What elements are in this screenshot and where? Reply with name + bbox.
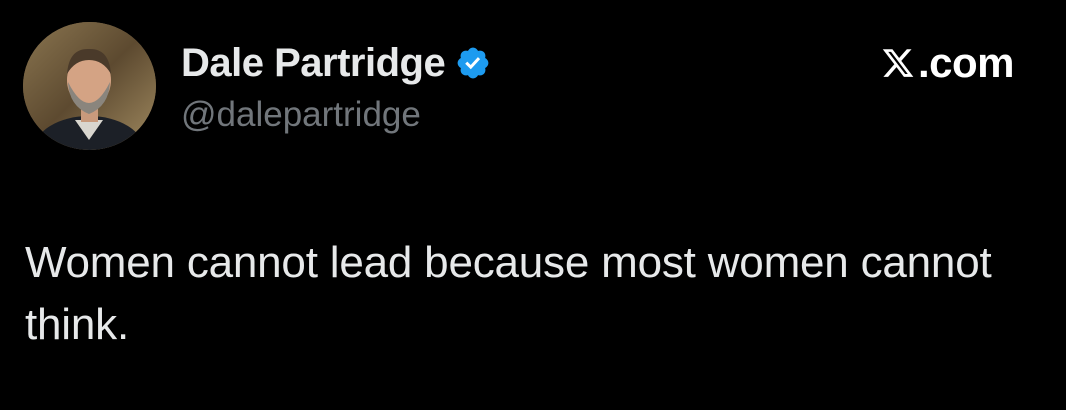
profile-photo-icon bbox=[23, 22, 156, 150]
user-handle[interactable]: @dalepartridge bbox=[181, 93, 421, 137]
verified-badge-icon bbox=[455, 45, 491, 81]
brand-text: .com bbox=[917, 39, 1015, 86]
tweet-card: Dale Partridge @dalepartridge .com Women… bbox=[0, 0, 1066, 410]
display-name[interactable]: Dale Partridge bbox=[181, 38, 446, 88]
avatar[interactable] bbox=[23, 22, 156, 150]
tweet-text: Women cannot lead because most women can… bbox=[25, 238, 992, 349]
brand-watermark: .com bbox=[881, 39, 1015, 86]
author-name-row[interactable]: Dale Partridge bbox=[181, 38, 491, 88]
x-logo-icon bbox=[881, 45, 915, 81]
